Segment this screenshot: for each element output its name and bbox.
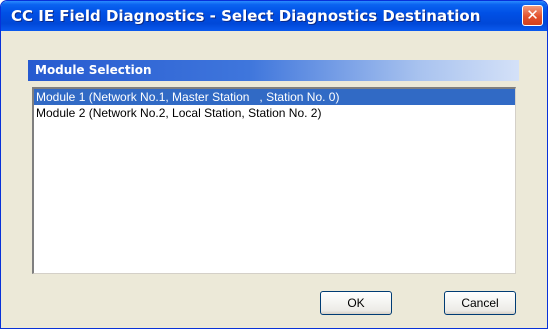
title-bar[interactable]: CC IE Field Diagnostics - Select Diagnos… [1,1,547,31]
list-item-module-1[interactable]: Module 1 (Network No.1, Master Station ,… [34,89,515,105]
dialog-window: CC IE Field Diagnostics - Select Diagnos… [0,0,548,329]
cancel-button[interactable]: Cancel [444,291,516,315]
section-title: Module Selection [35,63,152,77]
module-listbox[interactable]: Module 1 (Network No.1, Master Station ,… [32,87,516,274]
ok-button[interactable]: OK [320,291,392,315]
module-selection-header: Module Selection [28,60,519,81]
close-icon[interactable]: ✕ [522,5,543,26]
window-title: CC IE Field Diagnostics - Select Diagnos… [11,7,481,25]
list-item-module-2[interactable]: Module 2 (Network No.2, Local Station, S… [34,105,515,121]
